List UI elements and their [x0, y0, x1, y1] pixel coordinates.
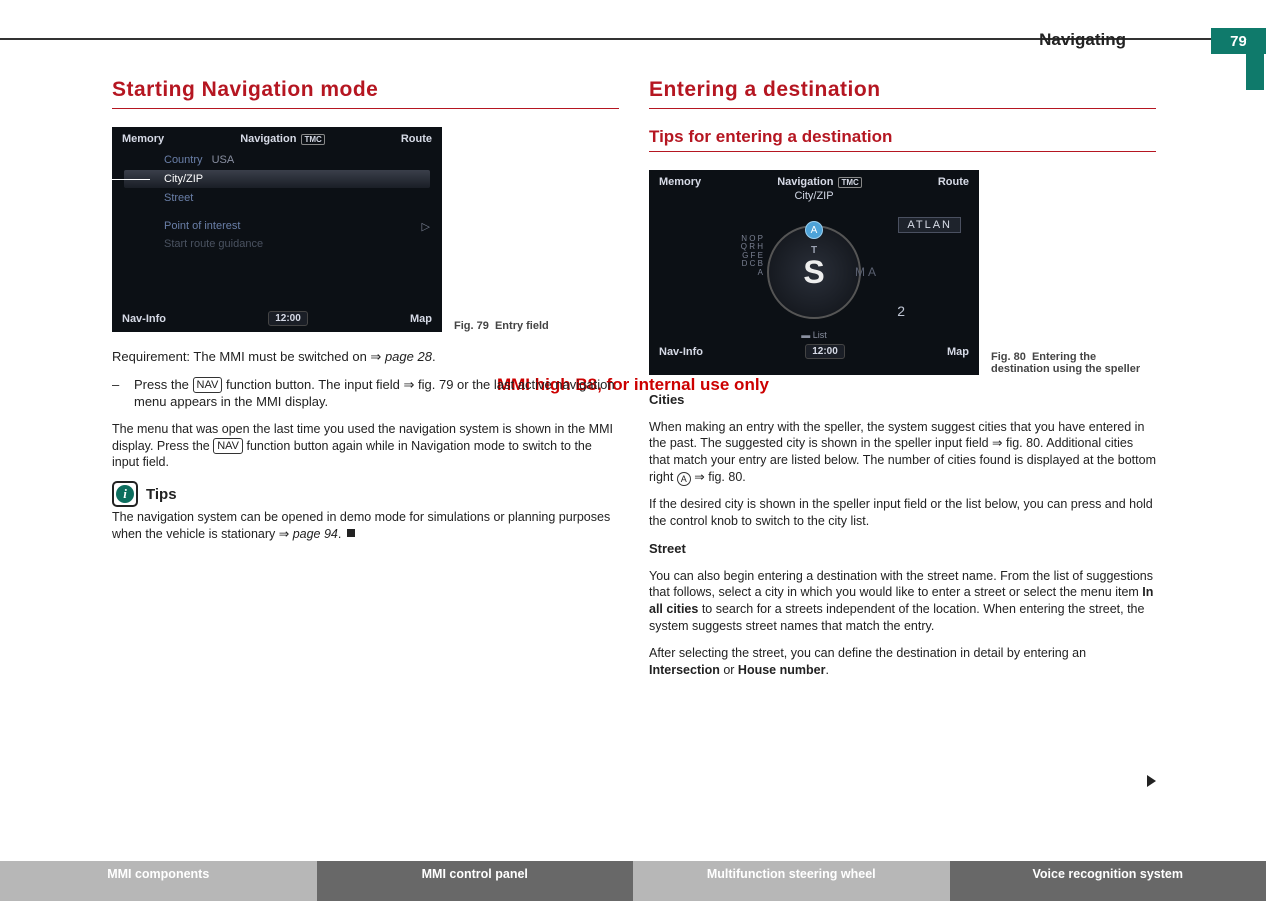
instruction-item: Press the NAV function button. The input…	[112, 376, 619, 411]
body-para-2: The menu that was open the last time you…	[112, 421, 619, 472]
footer-tab-components[interactable]: MMI components	[0, 861, 317, 901]
continue-arrow-icon	[1147, 775, 1156, 787]
content-columns: Starting Navigation mode Memory Navigati…	[112, 78, 1156, 831]
speller-selector: A	[805, 221, 823, 239]
fig79-start: Start route guidance	[124, 235, 430, 253]
speller-big-letter: S	[803, 254, 824, 291]
tips-heading: i Tips	[112, 481, 619, 507]
figure-79-image: Memory Navigation TMC Route Country USA …	[112, 127, 442, 332]
page-94-link[interactable]: page 94	[293, 527, 338, 541]
heading-enter-dest: Entering a destination	[649, 78, 1156, 109]
callout-line	[110, 179, 150, 180]
fig80-bottom-left: Nav-Info	[659, 346, 703, 358]
nav-button-label: NAV	[193, 377, 223, 393]
right-column: Entering a destination Tips for entering…	[649, 78, 1156, 831]
speller-list-label: ▬ List	[801, 330, 827, 340]
fig79-poi: Point of interest ▷	[124, 217, 430, 235]
speller-right-letters: MA	[855, 265, 879, 279]
figure-80-row: Memory Navigation TMC Route City/ZIP N O…	[649, 170, 1156, 375]
footer-tabs: MMI components MMI control panel Multifu…	[0, 861, 1266, 901]
speller-input: ATLAN	[898, 217, 961, 233]
tips-label: Tips	[146, 486, 177, 503]
section-title: Navigating	[1039, 30, 1126, 50]
fig79-top-mid: Navigation TMC	[240, 133, 325, 145]
figure-79-caption: Fig. 79 Entry field	[454, 320, 619, 332]
fig80-bottom-right: Map	[947, 346, 969, 358]
subheading-tips: Tips for entering a destination	[649, 127, 1156, 152]
street-body-1: You can also begin entering a destinatio…	[649, 568, 1156, 636]
figure-80-image: Memory Navigation TMC Route City/ZIP N O…	[649, 170, 979, 375]
fig79-country: Country USA	[124, 151, 430, 169]
fig79-top-right: Route	[401, 133, 432, 145]
figure-79-row: Memory Navigation TMC Route Country USA …	[112, 127, 619, 332]
speller-wheel: N O P Q R H G F E D C B A T S ATLAN A MA…	[767, 225, 861, 319]
fig79-bottom-left: Nav-Info	[122, 313, 166, 325]
fig80-top-mid: Navigation TMC	[777, 176, 862, 188]
fig79-clock: 12:00	[268, 311, 308, 326]
callout-a-icon: A	[677, 472, 691, 486]
cities-body-1: When making an entry with the speller, t…	[649, 419, 1156, 487]
street-heading: Street	[649, 540, 1156, 558]
fig79-cityzip: City/ZIP	[124, 170, 430, 188]
instruction-list: Press the NAV function button. The input…	[112, 376, 619, 411]
fig79-street: Street	[124, 189, 430, 207]
fig80-top-right: Route	[938, 176, 969, 188]
fig80-top-left: Memory	[659, 176, 701, 188]
footer-tab-voice[interactable]: Voice recognition system	[950, 861, 1266, 901]
fig80-input-row: City/ZIP	[649, 188, 979, 202]
speller-next-letter: T	[811, 245, 817, 256]
thumb-tab	[1246, 40, 1264, 90]
cities-heading: Cities	[649, 391, 1156, 409]
footer-tab-control-panel[interactable]: MMI control panel	[317, 861, 634, 901]
left-column: Starting Navigation mode Memory Navigati…	[112, 78, 619, 831]
speller-count: 2	[897, 303, 905, 319]
fig79-top-left: Memory	[122, 133, 164, 145]
figure-80-caption: Fig. 80 Entering the destination using t…	[991, 351, 1156, 375]
nav-button-label: NAV	[213, 438, 243, 454]
street-body-2: After selecting the street, you can defi…	[649, 645, 1156, 679]
fig80-clock: 12:00	[805, 344, 845, 359]
page-28-link[interactable]: page 28	[385, 349, 432, 364]
cities-body-2: If the desired city is shown in the spel…	[649, 496, 1156, 530]
speller-arc-letters: N O P Q R H G F E D C B A	[737, 235, 763, 277]
tips-body: The navigation system can be opened in d…	[112, 509, 619, 543]
page-header: Navigating 79	[0, 14, 1266, 40]
footer-tab-steering-wheel[interactable]: Multifunction steering wheel	[633, 861, 950, 901]
heading-start-nav: Starting Navigation mode	[112, 78, 619, 109]
end-square-icon	[347, 529, 355, 537]
fig79-bottom-right: Map	[410, 313, 432, 325]
info-icon: i	[112, 481, 138, 507]
requirement-para: Requirement: The MMI must be switched on…	[112, 348, 619, 366]
